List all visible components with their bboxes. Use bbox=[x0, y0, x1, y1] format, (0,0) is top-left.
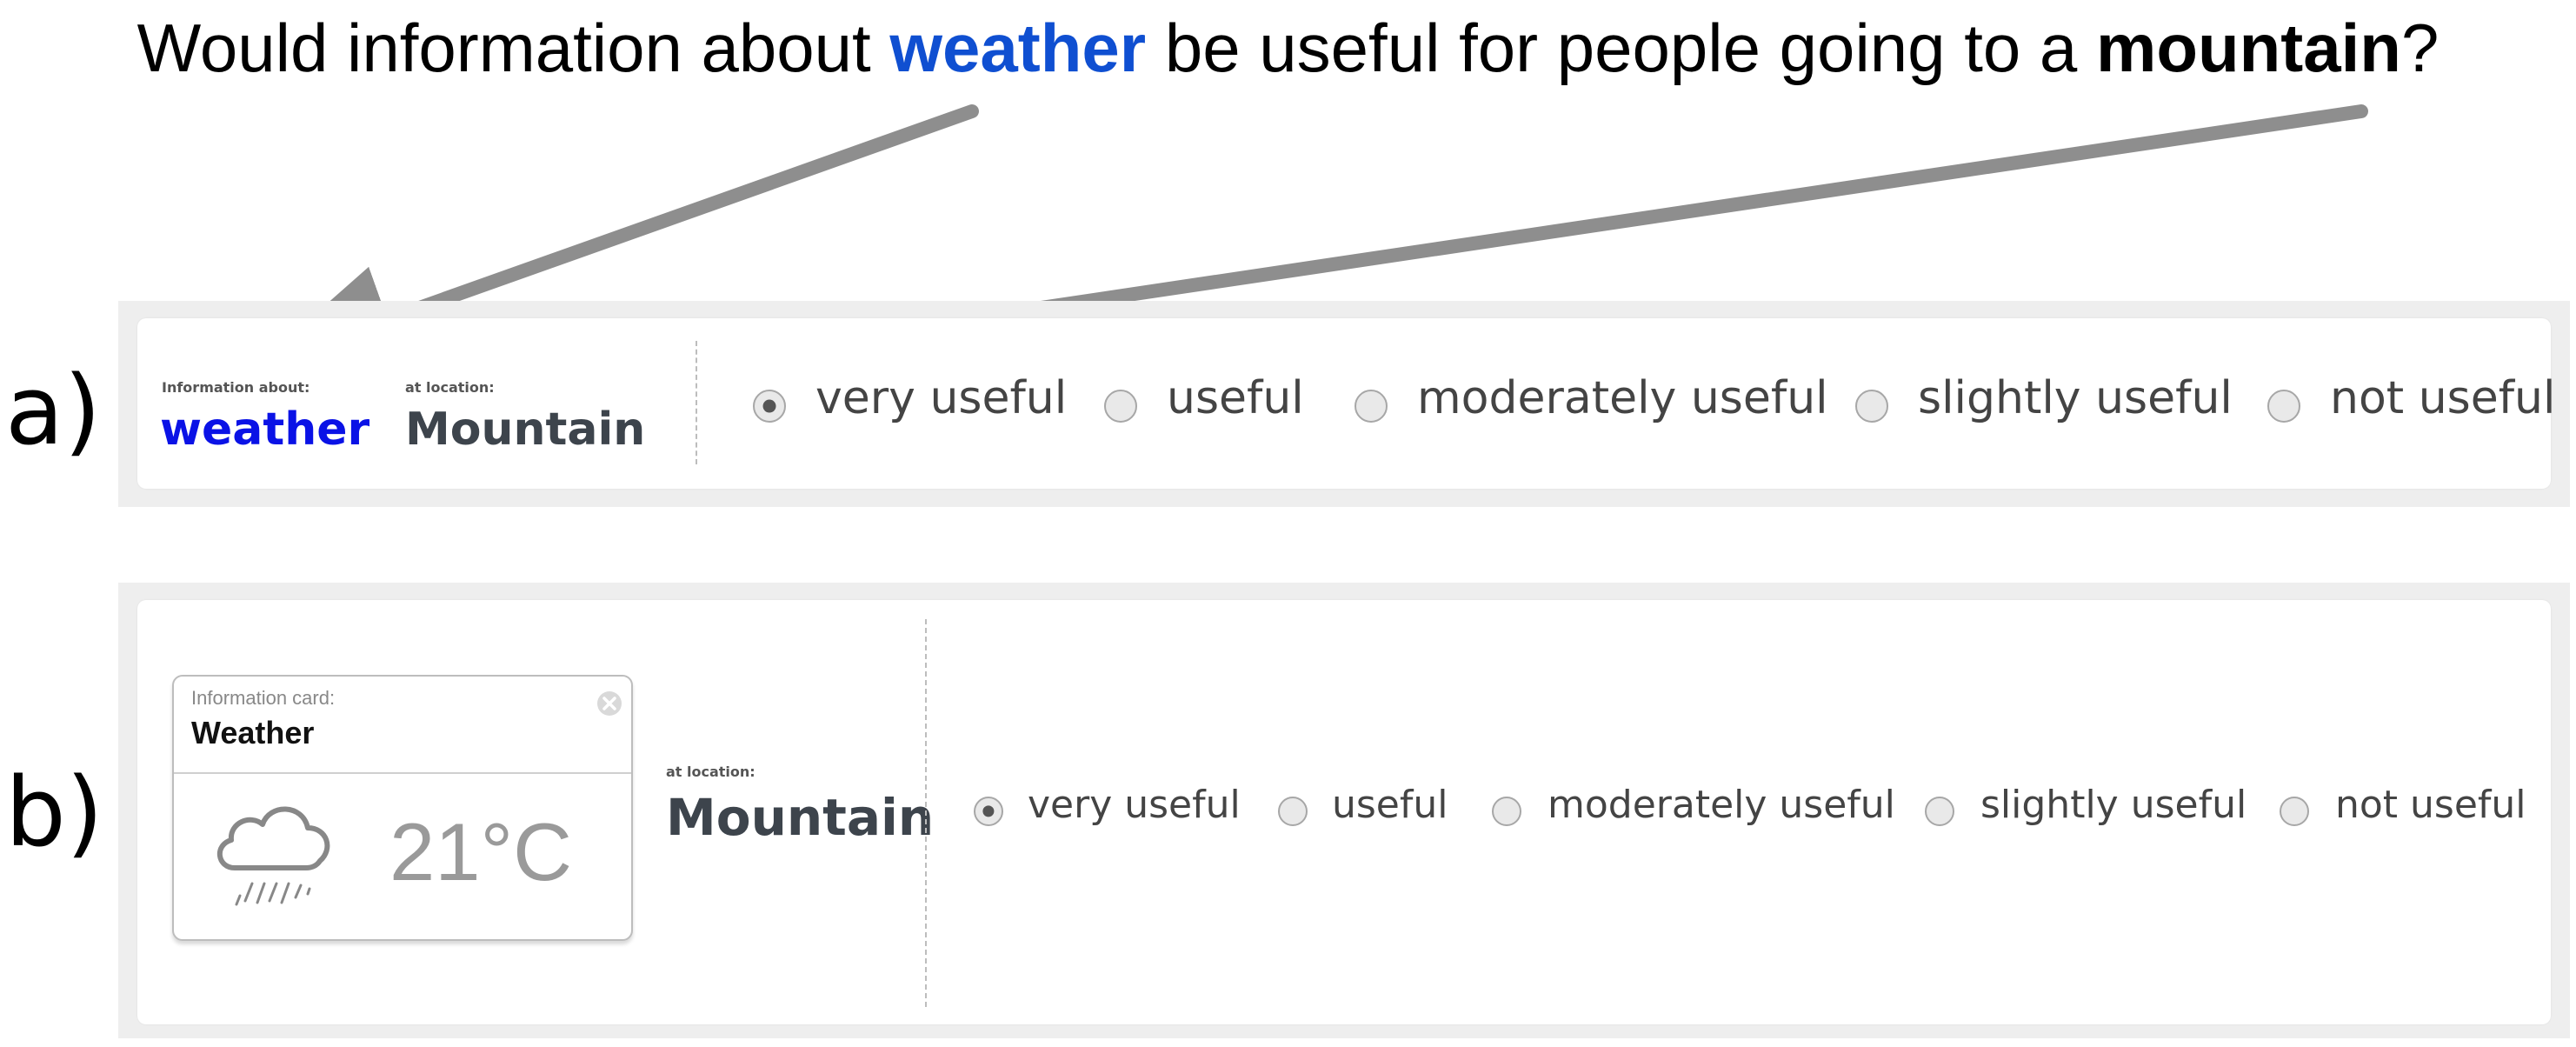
panel-b-option-label-1[interactable]: very useful bbox=[1028, 783, 1241, 827]
panel-a-radio-5[interactable] bbox=[2267, 390, 2300, 423]
panel-a-radio-2[interactable] bbox=[1104, 390, 1137, 423]
panel-b-option-label-3[interactable]: moderately useful bbox=[1548, 783, 1895, 827]
panel-b-radio-5[interactable] bbox=[2280, 797, 2309, 826]
panel-a-option-label-5[interactable]: not useful bbox=[2330, 372, 2555, 424]
panel-a-divider bbox=[696, 341, 697, 464]
panel-a-info-caption: Information about: bbox=[162, 379, 310, 396]
panel-b-option-label-2[interactable]: useful bbox=[1332, 783, 1448, 827]
info-card-caption: Information card: bbox=[191, 687, 336, 709]
panel-a-option-label-3[interactable]: moderately useful bbox=[1417, 372, 1828, 424]
info-card-separator bbox=[174, 772, 631, 774]
rain-cloud-icon bbox=[216, 806, 330, 906]
panel-a-label: a) bbox=[5, 355, 102, 466]
panel-b-divider bbox=[925, 619, 927, 1007]
panel-b-label: b) bbox=[5, 757, 103, 868]
weather-info-card[interactable]: Information card: Weather 21°C bbox=[172, 675, 633, 941]
info-card-title: Weather bbox=[191, 715, 315, 750]
panel-b-radio-3[interactable] bbox=[1492, 797, 1521, 826]
panel-a-radio-4[interactable] bbox=[1855, 390, 1888, 423]
panel-a-info-value: weather bbox=[160, 403, 370, 456]
panel-b-radio-1[interactable] bbox=[974, 797, 1003, 826]
panel-b-option-label-4[interactable]: slightly useful bbox=[1980, 783, 2247, 827]
panel-a-option-label-4[interactable]: slightly useful bbox=[1918, 372, 2233, 424]
panel-b-location-value: Mountain bbox=[666, 788, 935, 847]
panel-b-location-caption: at location: bbox=[666, 764, 755, 780]
panel-b-option-label-5[interactable]: not useful bbox=[2335, 783, 2526, 827]
info-card-temperature: 21°C bbox=[389, 806, 573, 897]
close-icon[interactable] bbox=[596, 690, 622, 717]
panel-b-radio-4[interactable] bbox=[1925, 797, 1954, 826]
panel-a-radio-3[interactable] bbox=[1355, 390, 1388, 423]
panel-a-location-value: Mountain bbox=[405, 403, 646, 456]
panel-a-option-label-2[interactable]: useful bbox=[1167, 372, 1304, 424]
panel-a-radio-1[interactable] bbox=[753, 390, 786, 423]
panel-a-option-label-1[interactable]: very useful bbox=[815, 372, 1067, 424]
panel-b-radio-2[interactable] bbox=[1278, 797, 1308, 826]
panel-a-location-caption: at location: bbox=[405, 379, 495, 396]
